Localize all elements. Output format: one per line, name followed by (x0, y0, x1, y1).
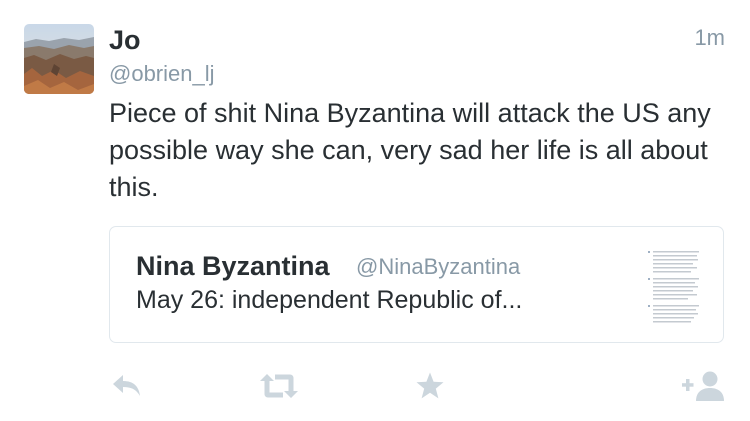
tweet-actions (109, 368, 729, 404)
follow-user-icon (682, 371, 724, 401)
canyon-landscape-photo (24, 24, 94, 94)
timestamp[interactable]: 1m (694, 24, 725, 52)
follow-button[interactable] (681, 368, 727, 404)
quoted-tweet-card[interactable]: Nina Byzantina @NinaByzantina May 26: in… (109, 226, 724, 343)
author-name[interactable]: Jo (109, 24, 141, 56)
author-handle[interactable]: @obrien_lj (109, 60, 215, 88)
reply-icon (113, 375, 140, 396)
star-icon (416, 372, 444, 399)
quoted-author-handle: @NinaByzantina (356, 254, 521, 279)
retweet-icon (260, 374, 298, 398)
quoted-tweet-thumbnail[interactable] (645, 247, 705, 329)
favorite-button[interactable] (413, 368, 447, 404)
quoted-tweet-text: May 26: independent Republic of... (136, 286, 523, 314)
tweet-text: Piece of shit Nina Byzantina will attack… (109, 98, 711, 202)
document-text-thumbnail (645, 247, 705, 329)
retweet-button[interactable] (257, 368, 301, 404)
quoted-author-name: Nina Byzantina (136, 251, 330, 281)
avatar[interactable] (24, 24, 94, 94)
reply-button[interactable] (109, 368, 145, 404)
